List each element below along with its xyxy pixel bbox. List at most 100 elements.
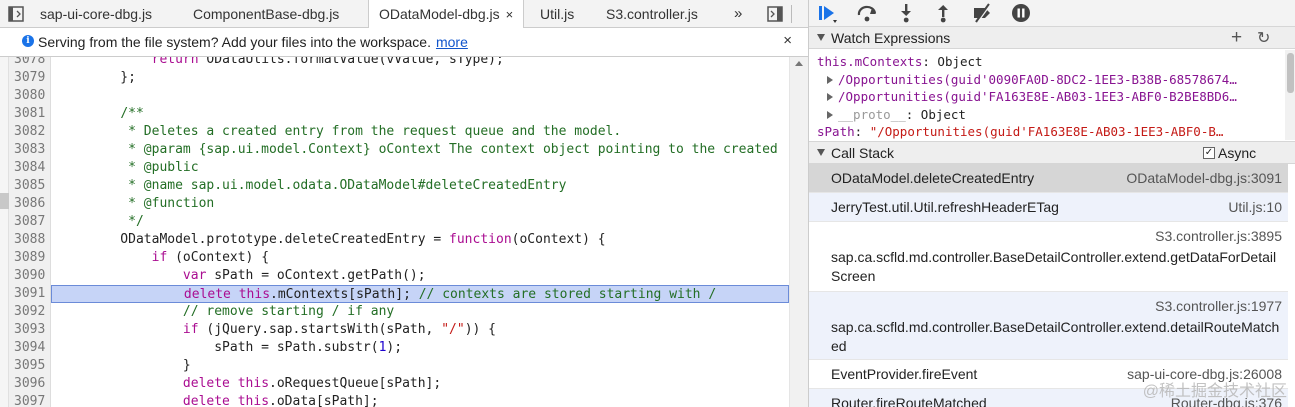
line-number[interactable]: 3088	[9, 231, 47, 249]
code-line[interactable]: if (jQuery.sap.startsWith(sPath, "/")) {	[51, 321, 789, 339]
code-line[interactable]: * @name sap.ui.model.odata.ODataModel#de…	[51, 177, 789, 195]
line-number[interactable]: 3097	[9, 393, 47, 407]
line-number-gutter[interactable]: 3078 3079 3080 3081 3082 3083 3084 3085 3086 3087…	[9, 57, 51, 407]
deactivate-breakpoints-icon[interactable]	[970, 2, 994, 24]
refresh-icon[interactable]: ↻	[1257, 28, 1270, 48]
call-stack-title: Call Stack	[831, 145, 895, 161]
code-line[interactable]: */	[51, 213, 789, 231]
watch-item[interactable]: sPath: "/Opportunities(guid'FA163E8E-AB0…	[809, 123, 1279, 140]
code-line[interactable]: var sPath = oContext.getPath();	[51, 267, 789, 285]
watch-item[interactable]: __proto__: Object	[809, 106, 1279, 123]
frame-location[interactable]: S3.controller.js:1977	[1155, 298, 1282, 314]
code-line[interactable]: sPath = sPath.substr(1);	[51, 339, 789, 357]
call-frame[interactable]: JerryTest.util.Util.refreshHeaderETag Uti…	[809, 193, 1288, 222]
pause-on-exceptions-icon[interactable]	[1009, 2, 1033, 24]
watch-value: Object	[937, 54, 983, 69]
line-number[interactable]: 3085	[9, 177, 47, 195]
code-line[interactable]: delete this.oData[sPath];	[51, 393, 789, 407]
call-frame[interactable]: sap.ca.scfld.md.controller.BaseDetailCon…	[809, 222, 1288, 292]
watch-value: Object	[920, 106, 966, 122]
frame-location[interactable]: ODataModel-dbg.js:3091	[1126, 170, 1282, 186]
code-line[interactable]: /**	[51, 105, 789, 123]
line-number[interactable]: 3094	[9, 339, 47, 357]
line-number[interactable]: 3093	[9, 321, 47, 339]
line-number[interactable]: 3083	[9, 141, 47, 159]
scroll-marker	[0, 193, 9, 209]
add-watch-icon[interactable]: +	[1231, 27, 1242, 49]
watch-separator: :	[905, 106, 921, 122]
editor-scrollbar[interactable]	[789, 57, 808, 407]
tab-componentbase[interactable]: ComponentBase-dbg.js	[183, 0, 349, 28]
tab-util[interactable]: Util.js	[530, 0, 584, 28]
line-number[interactable]: 3087	[9, 213, 47, 231]
code-line[interactable]: }	[51, 357, 789, 375]
watch-key: __proto__	[838, 106, 906, 122]
line-number[interactable]: 3084	[9, 159, 47, 177]
frame-function: Router.fireRouteMatched	[831, 395, 987, 407]
line-number[interactable]: 3082	[9, 123, 47, 141]
async-checkbox[interactable]: ✓	[1203, 147, 1215, 159]
code-line[interactable]: ODataModel.prototype.deleteCreatedEntry …	[51, 231, 789, 249]
line-number[interactable]: 3090	[9, 267, 47, 285]
line-number[interactable]: 3092	[9, 303, 47, 321]
tab-overflow-button[interactable]: »	[724, 0, 752, 28]
code-line[interactable]: if (oContext) {	[51, 249, 789, 267]
watch-key: this.mContexts	[817, 54, 923, 69]
step-over-icon[interactable]	[855, 2, 879, 24]
call-frame[interactable]: sap.ca.scfld.md.controller.BaseDetailCon…	[809, 292, 1288, 360]
call-stack-header[interactable]: Call Stack ✓ Async	[809, 141, 1295, 164]
line-number[interactable]: 3091	[9, 285, 47, 303]
line-number[interactable]: 3096	[9, 375, 47, 393]
frame-location[interactable]: S3.controller.js:3895	[1155, 228, 1282, 244]
code-line[interactable]: * @function	[51, 195, 789, 213]
info-icon: i	[22, 35, 34, 47]
more-link[interactable]: more	[436, 34, 468, 50]
code-line[interactable]: delete this.oRequestQueue[sPath];	[51, 375, 789, 393]
line-number[interactable]: 3079	[9, 69, 47, 87]
step-out-icon[interactable]	[931, 2, 955, 24]
watermark: @稀土掘金技术社区	[1142, 383, 1287, 400]
step-into-icon[interactable]	[894, 2, 918, 24]
watch-expressions-header[interactable]: Watch Expressions + ↻	[809, 26, 1295, 49]
toggle-debugger-icon[interactable]	[765, 4, 785, 24]
call-frame[interactable]: ODataModel.deleteCreatedEntry ODataModel-…	[809, 164, 1288, 193]
scroll-thumb[interactable]	[1287, 53, 1294, 93]
code-line[interactable]: // remove starting / if any	[51, 303, 789, 321]
code-line[interactable]	[51, 87, 789, 105]
code-lines[interactable]: return ODataUtils.formatValue(vValue, sT…	[51, 57, 789, 407]
source-editor-panel: sap-ui-core-dbg.js ComponentBase-dbg.js …	[0, 0, 808, 407]
watch-item[interactable]: /Opportunities(guid'FA163E8E-AB03-1EE3-A…	[809, 88, 1279, 105]
watch-item[interactable]: /Opportunities(guid'0090FA0D-8DC2-1EE3-B…	[809, 71, 1279, 88]
watch-value: "/Opportunities(guid'FA163E8E-AB03-1EE3-…	[869, 124, 1224, 139]
line-number[interactable]: 3089	[9, 249, 47, 267]
code-line[interactable]: * @public	[51, 159, 789, 177]
toggle-navigator-icon[interactable]	[6, 4, 26, 24]
line-number[interactable]: 3095	[9, 357, 47, 375]
line-number[interactable]: 3080	[9, 87, 47, 105]
tab-odatamodel[interactable]: ODataModel-dbg.js ×	[368, 0, 525, 29]
code-line[interactable]: };	[51, 69, 789, 87]
code-line[interactable]: return ODataUtils.formatValue(vValue, sT…	[51, 57, 789, 69]
close-icon[interactable]: ×	[783, 32, 792, 49]
tab-sap-ui-core[interactable]: sap-ui-core-dbg.js	[30, 0, 162, 28]
frame-location[interactable]: Util.js:10	[1228, 199, 1282, 215]
workspace-notice-bar: i Serving from the file system? Add your…	[0, 28, 808, 57]
watch-item[interactable]: this.mContexts: Object	[809, 53, 1279, 70]
code-editor[interactable]: 3078 3079 3080 3081 3082 3083 3084 3085 3086 3087…	[0, 57, 808, 407]
tab-s3-controller[interactable]: S3.controller.js	[596, 0, 708, 28]
expand-arrow-icon[interactable]	[827, 110, 833, 119]
scroll-up-icon[interactable]	[795, 61, 803, 66]
resume-icon[interactable]	[815, 2, 839, 24]
line-number[interactable]: 3086	[9, 195, 47, 213]
code-line[interactable]: * @param {sap.ui.model.Context} oContext…	[51, 141, 789, 159]
paused-code-line[interactable]: delete this.mContexts[sPath]; // context…	[51, 285, 789, 303]
code-line[interactable]: * Deletes a created entry from the reque…	[51, 123, 789, 141]
left-scroll-strip	[0, 57, 9, 407]
expand-arrow-icon[interactable]	[827, 75, 833, 84]
line-number[interactable]: 3078	[9, 57, 47, 69]
tab-divider	[791, 5, 792, 23]
close-tab-icon[interactable]: ×	[506, 7, 514, 22]
watch-scrollbar[interactable]	[1285, 50, 1295, 140]
expand-arrow-icon[interactable]	[827, 93, 833, 101]
line-number[interactable]: 3081	[9, 105, 47, 123]
